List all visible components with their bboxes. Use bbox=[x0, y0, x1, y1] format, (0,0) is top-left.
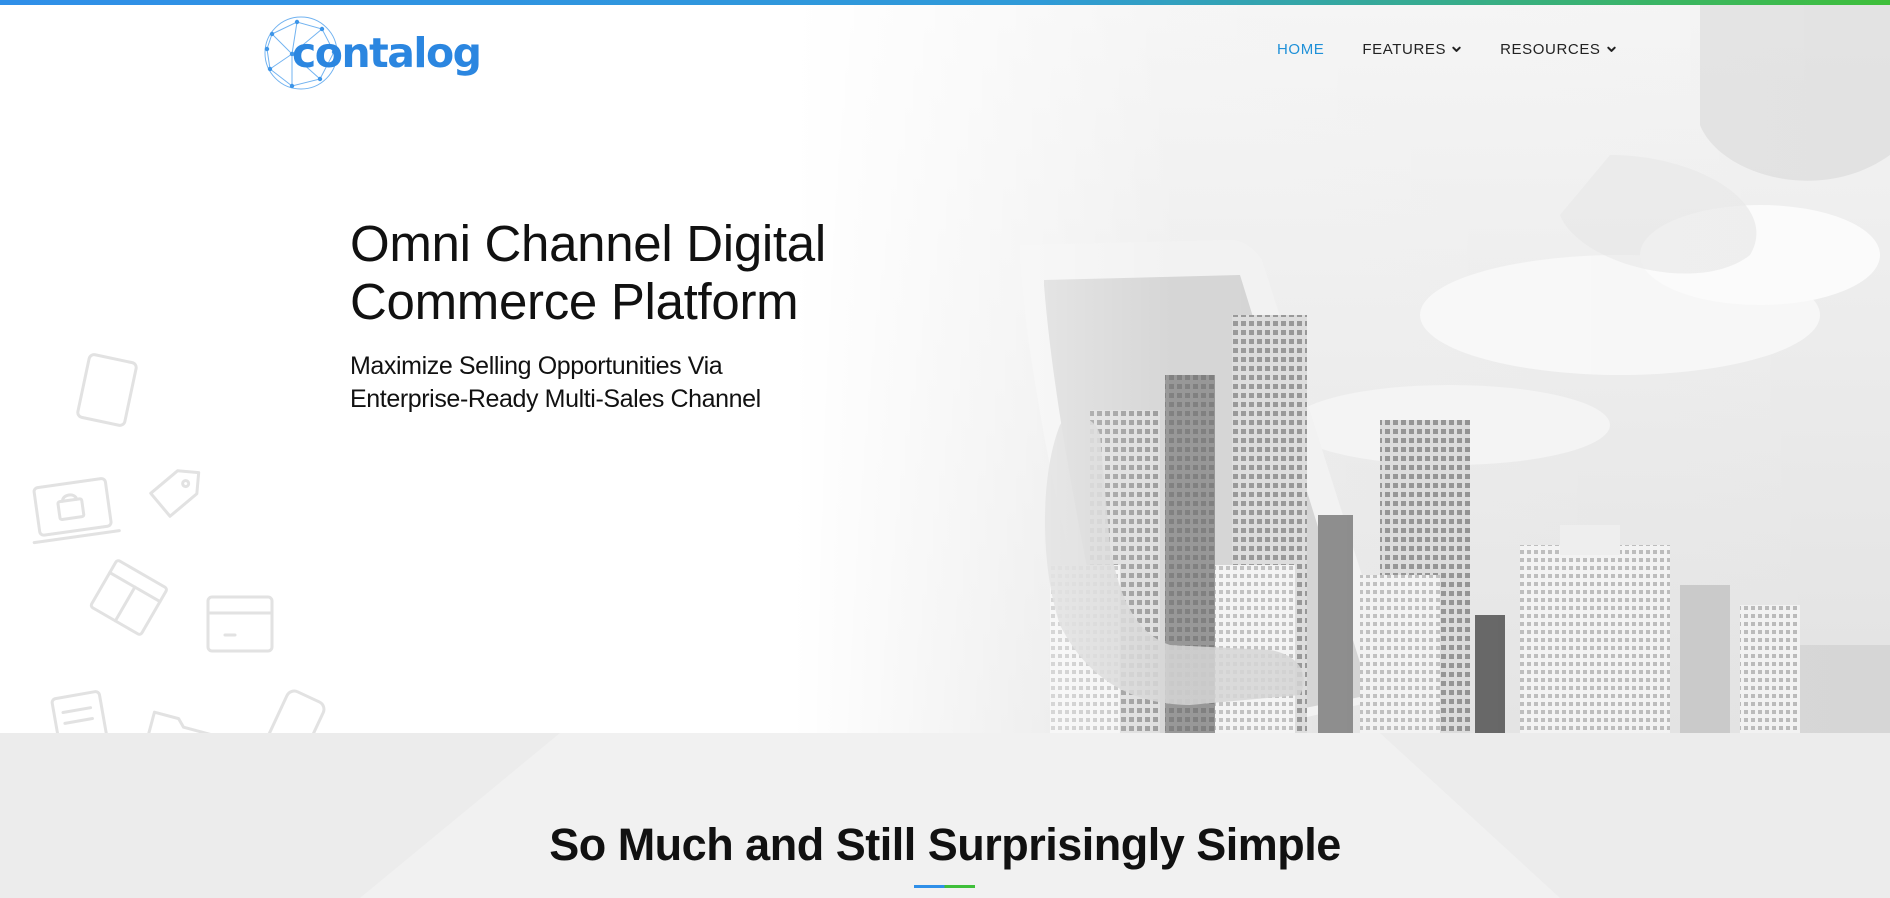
section-title-underline bbox=[914, 885, 975, 888]
site-header: contalog HOME FEATURES RESOURCES bbox=[0, 5, 1890, 95]
hero-title-line2: Commerce Platform bbox=[350, 273, 799, 330]
section-title: So Much and Still Surprisingly Simple bbox=[549, 819, 1341, 870]
logo-text: contalog bbox=[292, 29, 482, 77]
nav-item-home[interactable]: HOME bbox=[1277, 41, 1324, 58]
hero-title: Omni Channel Digital Commerce Platform bbox=[350, 215, 970, 331]
hero-section: Omni Channel Digital Commerce Platform M… bbox=[0, 5, 1890, 733]
hero-copy: Omni Channel Digital Commerce Platform M… bbox=[350, 215, 970, 416]
chevron-down-icon bbox=[1606, 46, 1616, 52]
nav-item-home-label: HOME bbox=[1277, 41, 1325, 58]
hero-subtitle-line1: Maximize Selling Opportunities Via bbox=[350, 352, 723, 380]
features-intro-section: So Much and Still Surprisingly Simple bbox=[0, 733, 1890, 898]
main-nav: HOME FEATURES RESOURCES bbox=[1277, 41, 1617, 58]
chevron-down-icon bbox=[1452, 46, 1461, 52]
hero-subtitle-line2: Enterprise-Ready Multi-Sales Channel bbox=[350, 385, 761, 413]
logo-link[interactable]: contalog bbox=[262, 14, 482, 96]
nav-item-resources-label: RESOURCES bbox=[1500, 41, 1601, 58]
nav-item-features[interactable]: FEATURES bbox=[1362, 41, 1462, 58]
hero-subtitle: Maximize Selling Opportunities Via Enter… bbox=[350, 350, 970, 416]
nav-item-resources[interactable]: RESOURCES bbox=[1500, 41, 1616, 58]
nav-item-features-label: FEATURES bbox=[1362, 41, 1447, 58]
section-background-pattern bbox=[0, 733, 1890, 898]
hero-title-line1: Omni Channel Digital bbox=[350, 215, 826, 272]
